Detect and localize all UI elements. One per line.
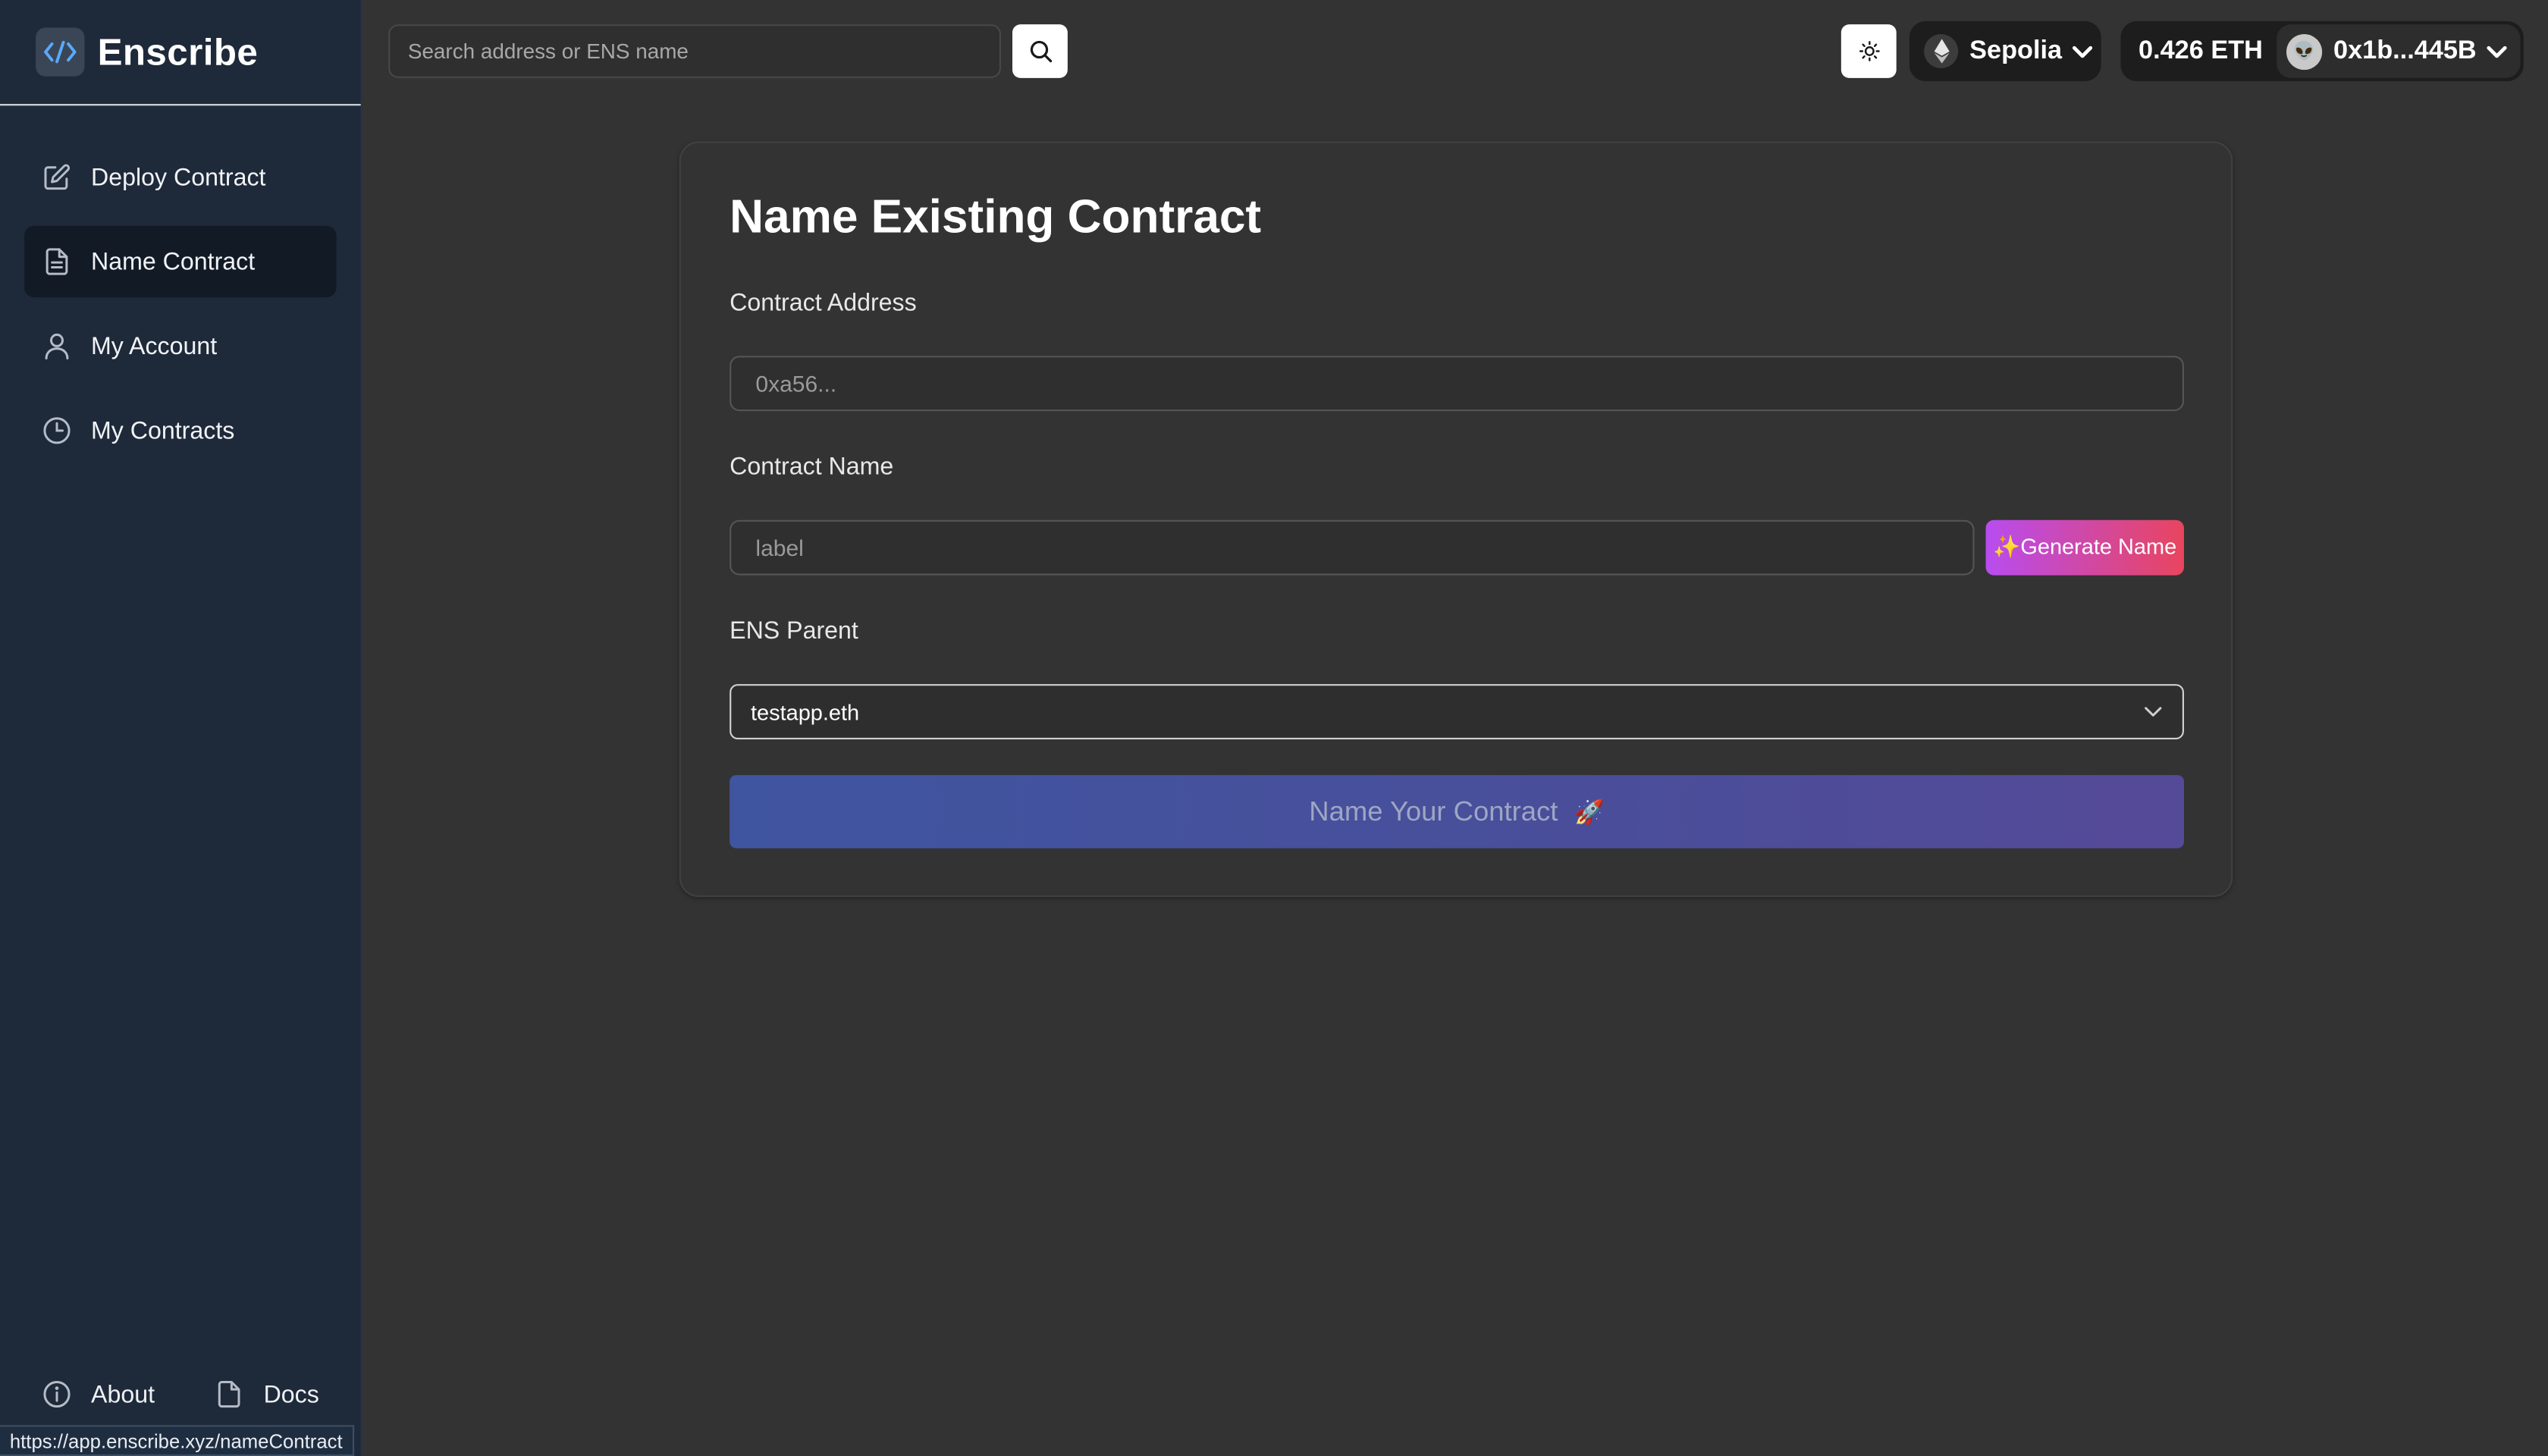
about-label: About — [91, 1380, 155, 1408]
network-name: Sepolia — [1969, 36, 2063, 64]
info-icon — [42, 1379, 72, 1409]
sidebar-item-name-contract[interactable]: Name Contract — [24, 225, 337, 298]
theme-toggle-button[interactable] — [1840, 24, 1897, 78]
contract-address-label: Contract Address — [730, 289, 917, 317]
about-link[interactable]: About — [42, 1379, 155, 1409]
contract-address-input[interactable] — [730, 356, 2184, 412]
chevron-down-icon — [2143, 705, 2163, 718]
contract-name-label: Contract Name — [730, 453, 894, 482]
ens-parent-select[interactable]: testapp.eth — [730, 684, 2184, 739]
sidebar-footer: About Docs — [0, 1375, 362, 1414]
sidebar-item-deploy-contract[interactable]: Deploy Contract — [24, 141, 336, 212]
edit-icon — [42, 162, 72, 192]
sidebar-item-my-contracts[interactable]: My Contracts — [24, 395, 336, 466]
code-icon — [36, 27, 85, 77]
sidebar-item-label: Deploy Contract — [91, 163, 266, 191]
balance: 0.426 ETH — [2138, 36, 2263, 64]
rocket-icon: 🚀 — [1574, 799, 1605, 827]
document-icon — [215, 1379, 244, 1409]
ethereum-icon — [1924, 34, 1959, 68]
page-title: Name Existing Contract — [730, 191, 1262, 244]
submit-label: Name Your Contract — [1309, 795, 1558, 827]
ens-parent-value: testapp.eth — [750, 699, 860, 724]
wallet-account: 0.426 ETH 👽 0x1b...445B — [2120, 20, 2524, 82]
app-name: Enscribe — [97, 30, 259, 73]
sidebar-item-label: My Contracts — [91, 416, 235, 445]
sidebar-nav: Deploy Contract Name Contract My Account… — [0, 105, 361, 466]
sidebar-item-my-account[interactable]: My Account — [24, 310, 336, 381]
user-icon — [42, 331, 72, 361]
name-your-contract-button[interactable]: Name Your Contract 🚀 — [730, 775, 2184, 849]
contract-name-input[interactable] — [730, 519, 1975, 576]
search-button[interactable] — [1012, 24, 1068, 78]
account-button[interactable]: 👽 0x1b...445B — [2277, 24, 2521, 78]
sidebar-item-label: My Account — [91, 332, 218, 360]
sun-icon — [1858, 41, 1879, 62]
name-contract-card: Name Existing Contract Contract Address … — [679, 141, 2233, 897]
clock-icon — [42, 416, 72, 446]
search-input[interactable] — [388, 24, 1001, 78]
generate-name-button[interactable]: ✨Generate Name — [1985, 519, 2184, 576]
account-address: 0x1b...445B — [2333, 36, 2477, 64]
sidebar: Enscribe Deploy Contract Name Contract M… — [0, 0, 362, 1456]
network-selector[interactable]: Sepolia — [1909, 20, 2101, 82]
avatar: 👽 — [2286, 33, 2323, 70]
ens-parent-label: ENS Parent — [730, 617, 858, 645]
document-icon — [42, 247, 72, 277]
docs-link[interactable]: Docs — [215, 1379, 319, 1409]
chevron-down-icon — [2072, 45, 2093, 58]
sidebar-item-label: Name Contract — [91, 247, 256, 276]
docs-label: Docs — [263, 1380, 319, 1408]
status-bar-url: https://app.enscribe.xyz/nameContract — [0, 1425, 354, 1456]
search-icon — [1028, 39, 1052, 63]
chevron-down-icon — [2487, 45, 2508, 58]
brand[interactable]: Enscribe — [0, 0, 361, 106]
